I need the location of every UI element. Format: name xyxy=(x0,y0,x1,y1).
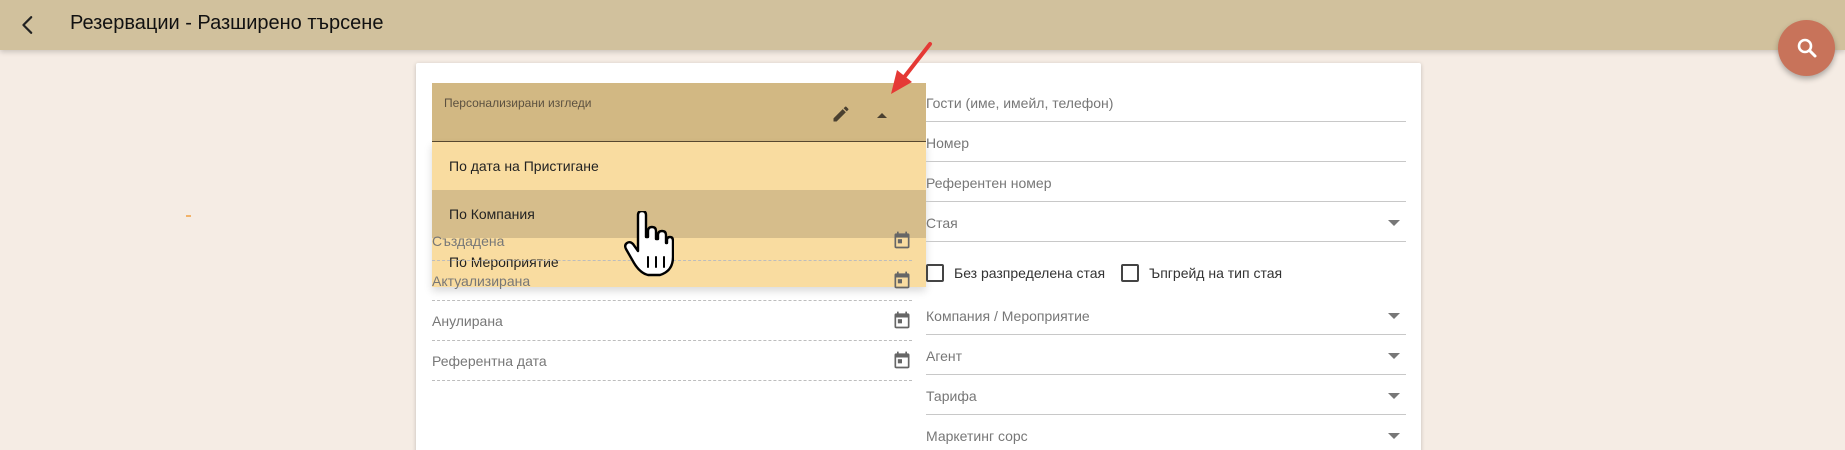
arrow-left-icon xyxy=(22,16,33,34)
page-title: Резервации - Разширено търсене xyxy=(70,12,384,34)
dropdown-toggle-button[interactable] xyxy=(874,107,890,123)
room-label: Стая xyxy=(926,215,958,231)
marketing-source-label: Маркетинг сорс xyxy=(926,428,1028,444)
updated-date-label: Актуализирана xyxy=(432,273,531,289)
marketing-source-select[interactable]: Маркетинг сорс xyxy=(926,415,1406,450)
reference-date-label: Референтна дата xyxy=(432,353,547,369)
upgrade-checkbox[interactable] xyxy=(1121,264,1140,282)
reference-date-field[interactable]: Референтна дата xyxy=(432,341,912,381)
guests-label: Гости (име, имейл, телефон) xyxy=(926,95,1114,111)
decorative-speck xyxy=(186,215,191,217)
agent-label: Агент xyxy=(926,348,963,364)
chevron-down-icon[interactable] xyxy=(1388,220,1400,226)
no-room-checkbox-item[interactable]: Без разпределена стая xyxy=(926,264,1105,282)
edit-views-button[interactable] xyxy=(828,101,854,127)
chevron-down-icon[interactable] xyxy=(1388,313,1400,319)
checkbox-row: Без разпределена стая Ъпгрейд на тип ста… xyxy=(926,261,1298,285)
reference-number-input[interactable]: Референтен номер xyxy=(926,162,1406,202)
calendar-icon[interactable] xyxy=(892,230,912,250)
dropdown-option-arrival-date[interactable]: По дата на Пристигане xyxy=(432,142,926,190)
custom-views-label: Персонализирани изгледи xyxy=(444,96,592,110)
cancelled-date-field[interactable]: Анулирана xyxy=(432,301,912,341)
custom-views-dropdown[interactable]: Персонализирани изгледи xyxy=(432,83,926,142)
reference-number-label: Референтен номер xyxy=(926,175,1052,191)
no-room-checkbox-label: Без разпределена стая xyxy=(954,265,1106,281)
upgrade-checkbox-item[interactable]: Ъпгрейд на тип стая xyxy=(1121,264,1282,282)
upgrade-checkbox-label: Ъпгрейд на тип стая xyxy=(1149,265,1283,281)
top-app-bar: Резервации - Разширено търсене xyxy=(0,0,1845,50)
company-event-label: Компания / Мероприятие xyxy=(926,308,1090,324)
company-event-select[interactable]: Компания / Мероприятие xyxy=(926,295,1406,335)
calendar-icon[interactable] xyxy=(892,310,912,330)
cancelled-date-label: Анулирана xyxy=(432,313,503,329)
chevron-down-icon[interactable] xyxy=(1388,433,1400,439)
room-select[interactable]: Стая xyxy=(926,202,1406,242)
search-icon xyxy=(1797,38,1816,58)
caret-up-icon xyxy=(877,113,887,118)
created-date-label: Създадена xyxy=(432,233,505,249)
number-input[interactable]: Номер xyxy=(926,122,1406,162)
search-fab-button[interactable] xyxy=(1778,20,1835,76)
search-form-card: Персонализирани изгледи По дата на Прист… xyxy=(416,63,1421,450)
agent-select[interactable]: Агент xyxy=(926,335,1406,375)
back-button[interactable] xyxy=(12,9,44,41)
number-label: Номер xyxy=(926,135,970,151)
no-room-checkbox[interactable] xyxy=(926,264,944,282)
created-date-field[interactable]: Създадена xyxy=(432,221,912,261)
pencil-icon xyxy=(833,106,849,122)
chevron-down-icon[interactable] xyxy=(1388,353,1400,359)
calendar-icon[interactable] xyxy=(892,270,912,290)
chevron-down-icon[interactable] xyxy=(1388,393,1400,399)
rate-label: Тарифа xyxy=(926,388,977,404)
guests-search-input[interactable]: Гости (име, имейл, телефон) xyxy=(926,82,1406,122)
updated-date-field[interactable]: Актуализирана xyxy=(432,261,912,301)
calendar-icon[interactable] xyxy=(892,350,912,370)
rate-select[interactable]: Тарифа xyxy=(926,375,1406,415)
